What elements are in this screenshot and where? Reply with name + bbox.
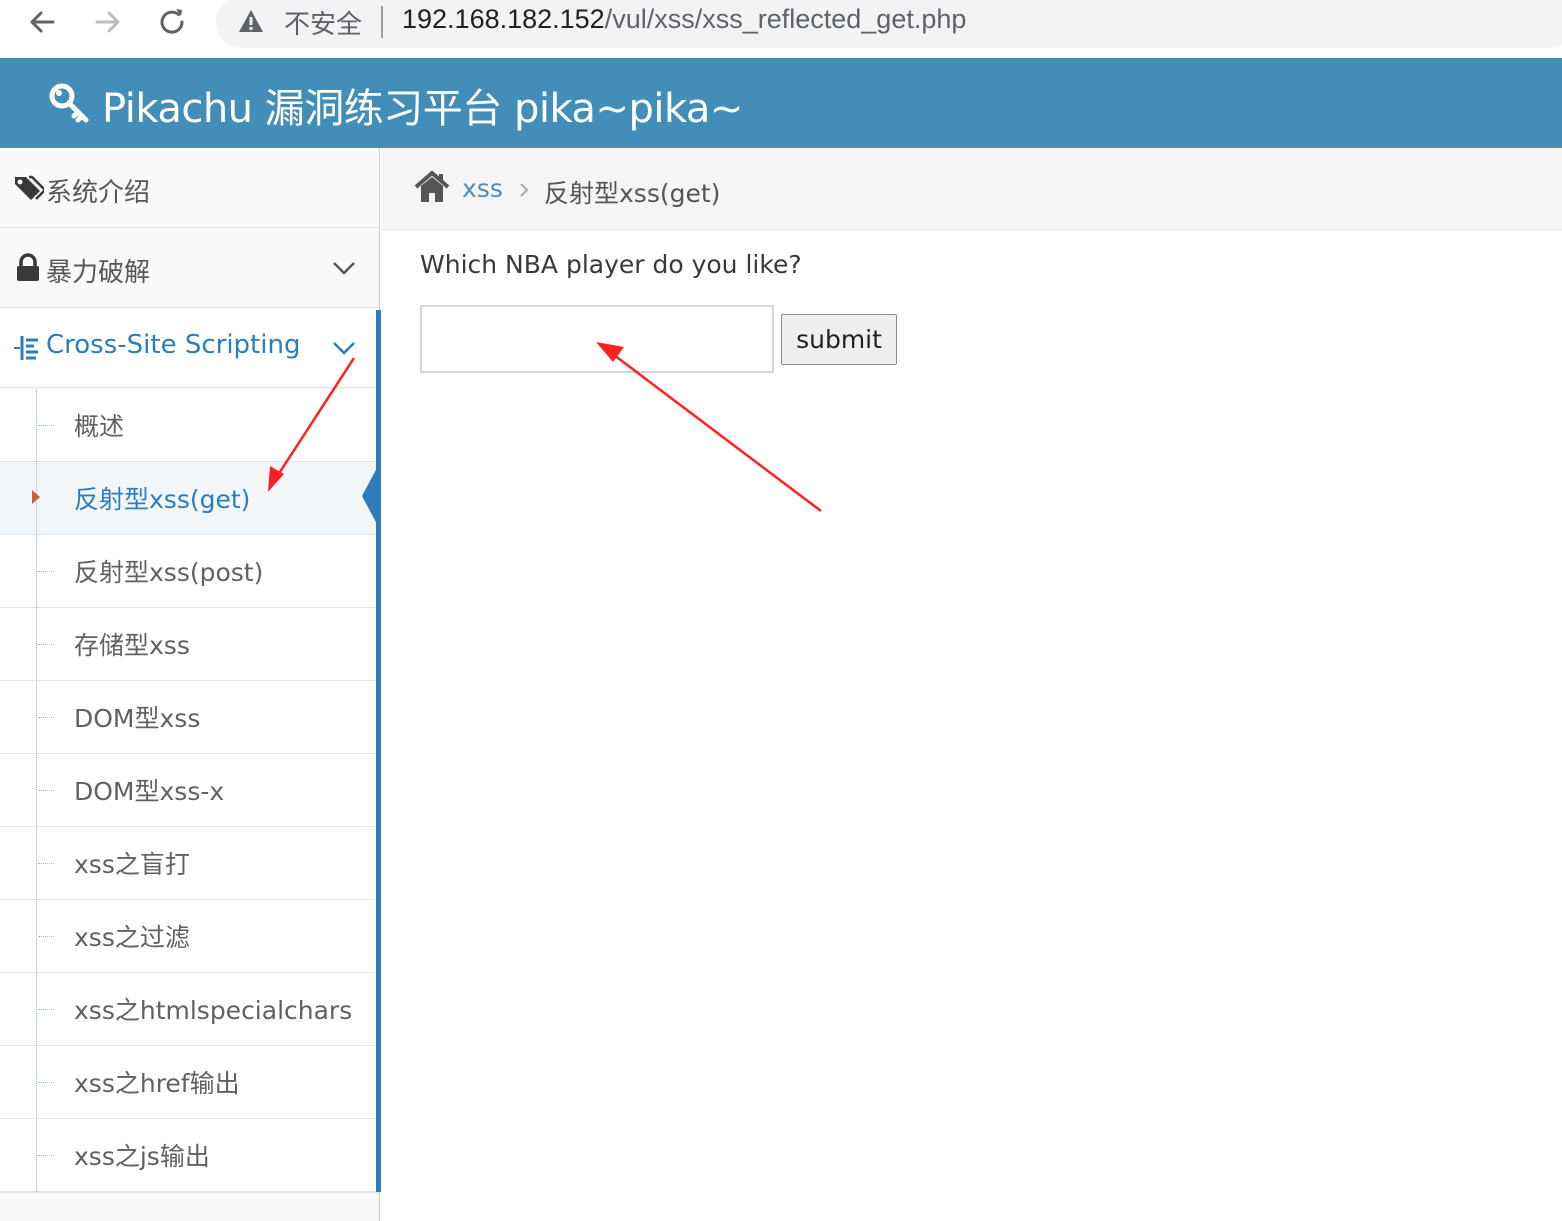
tree-connector [38,644,54,645]
submenu-item-href[interactable]: xss之href输出 [0,1046,376,1119]
submenu-item-label: 概述 [74,412,125,441]
active-item-indicator [362,466,378,526]
submenu-item-reflected-get[interactable]: 反射型xss(get) [0,462,376,535]
submenu-item-label: DOM型xss [74,704,201,733]
url-path: /vul/xss/xss_reflected_get.php [604,4,967,34]
chevron-right-icon [520,183,529,197]
home-icon[interactable] [414,170,450,204]
arrow-right-icon [95,11,120,33]
submenu-item-label: 反射型xss(post) [74,558,264,587]
submenu-item-blind[interactable]: xss之盲打 [0,827,376,900]
tree-connector [38,936,54,937]
key-icon [49,83,89,123]
sidebar-item-xss[interactable]: Cross-Site Scripting [0,308,379,388]
caret-right-icon [32,490,40,504]
tree-connector [38,571,54,572]
submenu-item-js[interactable]: xss之js输出 [0,1119,376,1192]
address-separator [381,6,383,38]
tree-connector [38,717,54,718]
tree-connector [38,863,54,864]
submenu-item-label: xss之js输出 [74,1142,210,1171]
url-host: 192.168.182.152 [402,4,605,34]
list-icon [14,336,38,360]
arrow-left-icon [30,11,55,33]
submenu-item-reflected-post[interactable]: 反射型xss(post) [0,535,376,608]
sidebar-item-label: 系统介绍 [46,178,151,208]
tree-connector [38,1082,54,1083]
submenu-tree-line [36,389,37,1192]
submenu-item-dom-x[interactable]: DOM型xss-x [0,754,376,827]
active-section-bar [376,310,381,1192]
submenu-item-dom[interactable]: DOM型xss [0,681,376,754]
submenu-item-filter[interactable]: xss之过滤 [0,900,376,973]
chevron-down-icon [333,262,355,275]
app-title[interactable]: Pikachu 漏洞练习平台 pika~pika~ [102,76,743,134]
sidebar-item-label: Cross-Site Scripting [46,330,301,360]
browser-toolbar: 不安全 192.168.182.152/vul/xss/xss_reflecte… [0,0,1562,58]
security-label[interactable]: 不安全 [284,4,362,41]
lock-icon [17,253,39,281]
submenu-item-label: DOM型xss-x [74,777,225,806]
submenu-item-overview[interactable]: 概述 [0,389,376,462]
submenu-item-stored[interactable]: 存储型xss [0,608,376,681]
tree-connector [38,425,54,426]
submenu-item-label: xss之过滤 [74,923,190,952]
chevron-down-icon [333,342,355,355]
tree-connector [38,1009,54,1010]
breadcrumb-current: 反射型xss(get) [544,179,721,208]
back-button[interactable] [22,2,62,42]
submenu-item-label: 存储型xss [74,631,190,660]
submenu-item-label: 反射型xss(get) [74,485,251,514]
tree-connector [38,1155,54,1156]
sidebar-item-bruteforce[interactable]: 暴力破解 [0,228,379,308]
tags-icon [15,175,44,200]
player-input[interactable] [420,305,774,373]
question-text: Which NBA player do you like? [420,250,802,279]
warning-icon[interactable] [238,8,264,34]
reload-icon [160,9,184,34]
reload-button[interactable] [152,2,192,42]
submenu-item-label: xss之href输出 [74,1069,240,1098]
submenu-item-htmlspecialchars[interactable]: xss之htmlspecialchars [0,973,376,1046]
sidebar-item-intro[interactable]: 系统介绍 [0,148,379,228]
breadcrumb-link[interactable]: xss [462,174,503,203]
sidebar-item-next[interactable] [0,1192,379,1221]
forward-button[interactable] [88,2,128,42]
tree-connector [38,790,54,791]
submenu-item-label: xss之盲打 [74,850,190,879]
submit-button[interactable]: submit [781,314,897,365]
submenu-item-label: xss之htmlspecialchars [74,996,353,1025]
sidebar-item-label: 暴力破解 [46,258,151,288]
url-text[interactable]: 192.168.182.152/vul/xss/xss_reflected_ge… [402,4,966,35]
